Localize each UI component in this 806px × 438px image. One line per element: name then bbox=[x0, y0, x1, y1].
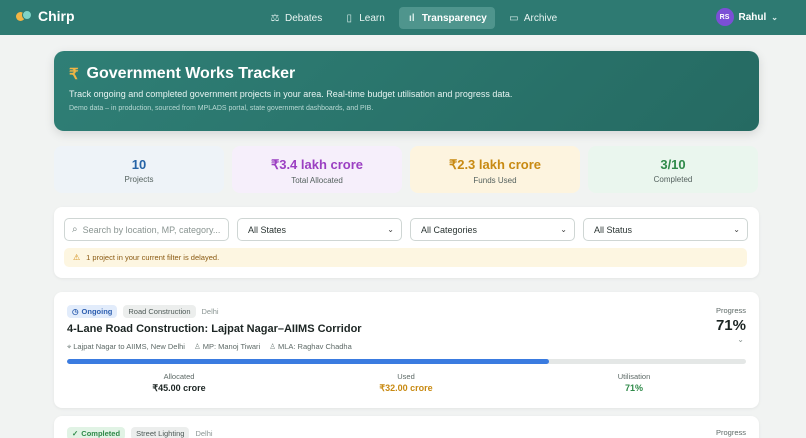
chevron-down-icon: ⌄ bbox=[733, 225, 740, 234]
stat-completed: 3/10 Completed bbox=[588, 146, 758, 193]
allocated-value: ₹45.00 crore bbox=[152, 383, 206, 393]
avatar: RS bbox=[715, 8, 734, 26]
delay-alert-text: 1 project in your current filter is dela… bbox=[86, 253, 220, 262]
nav-archive[interactable]: ▭ Archive bbox=[501, 7, 565, 29]
user-name: Rahul bbox=[738, 11, 767, 23]
hero-banner: ₹ Government Works Tracker Track ongoing… bbox=[54, 51, 759, 131]
nav-debates[interactable]: ⚖ Debates bbox=[262, 7, 330, 29]
status-badge: ◷ Ongoing bbox=[67, 305, 118, 318]
user-menu[interactable]: RS Rahul ⌄ bbox=[715, 8, 778, 26]
stat-label: Total Allocated bbox=[291, 176, 343, 185]
search-icon: ⌕ bbox=[72, 224, 78, 235]
project-mp: ♙ MP: Manoj Tiwari bbox=[194, 342, 260, 352]
category-badge: Road Construction bbox=[123, 305, 196, 318]
allocated-block: Allocated ₹45.00 crore bbox=[79, 372, 279, 394]
project-tags: ✓ Completed Street Lighting Delhi bbox=[67, 427, 213, 438]
progress-value: 71% bbox=[715, 317, 746, 334]
filter-panel: ⌕ All States ⌄ All Categories ⌄ All Stat… bbox=[54, 207, 759, 278]
utilisation-value: 71% bbox=[624, 383, 643, 393]
bar-chart-icon: ıl bbox=[409, 12, 415, 24]
used-value: ₹32.00 crore bbox=[379, 383, 433, 393]
map-pin-icon: ⌖ bbox=[67, 342, 72, 351]
stat-value: 10 bbox=[131, 157, 147, 172]
chevron-down-icon: ⌄ bbox=[560, 225, 567, 234]
allocated-label: Allocated bbox=[163, 372, 195, 381]
stat-label: Completed bbox=[653, 175, 693, 184]
nav-archive-label: Archive bbox=[523, 12, 558, 24]
project-mla: ♙ MLA: Raghav Chadha bbox=[269, 342, 352, 352]
archive-icon: ▭ bbox=[509, 12, 519, 24]
project-mla-text: MLA: Raghav Chadha bbox=[277, 342, 352, 351]
rupee-icon: ₹ bbox=[69, 66, 79, 83]
stat-label: Projects bbox=[124, 175, 154, 184]
status-select-value: All Status bbox=[594, 224, 633, 235]
debates-icon: ⚖ bbox=[270, 12, 280, 24]
book-icon: ▯ bbox=[346, 12, 352, 24]
stat-value: ₹3.4 lakh crore bbox=[270, 157, 364, 172]
person-icon: ♙ bbox=[193, 342, 201, 351]
region-label: Delhi bbox=[201, 307, 219, 316]
search-box[interactable]: ⌕ bbox=[64, 218, 229, 241]
utilisation-block: Utilisation 71% bbox=[534, 372, 734, 393]
category-select-value: All Categories bbox=[421, 224, 478, 235]
state-select[interactable]: All States ⌄ bbox=[237, 218, 402, 241]
used-block: Used ₹32.00 crore bbox=[306, 372, 506, 394]
used-label: Used bbox=[397, 372, 415, 381]
region-label: Delhi bbox=[195, 429, 213, 438]
stat-funds-used: ₹2.3 lakh crore Funds Used bbox=[410, 146, 580, 193]
stat-value: ₹2.3 lakh crore bbox=[448, 157, 542, 172]
status-badge-label: Ongoing bbox=[81, 307, 113, 316]
clock-icon: ◷ bbox=[72, 307, 79, 316]
brand[interactable]: Chirp bbox=[16, 8, 75, 24]
stat-projects: 10 Projects bbox=[54, 146, 224, 193]
category-select[interactable]: All Categories ⌄ bbox=[410, 218, 575, 241]
nav-transparency[interactable]: ıl Transparency bbox=[398, 7, 495, 29]
project-location: ⌖ Lajpat Nagar to AIIMS, New Delhi bbox=[67, 342, 185, 352]
page-title: ₹ Government Works Tracker bbox=[69, 65, 744, 83]
page-title-text: Government Works Tracker bbox=[86, 65, 296, 82]
stat-total-allocated: ₹3.4 lakh crore Total Allocated bbox=[232, 146, 402, 193]
brand-name: Chirp bbox=[38, 8, 75, 24]
progress-bar-fill bbox=[67, 359, 550, 364]
nav-learn[interactable]: ▯ Learn bbox=[336, 7, 393, 29]
progress-label: Progress bbox=[715, 306, 746, 315]
warning-icon: ⚠ bbox=[73, 253, 81, 262]
nav-links: ⚖ Debates ▯ Learn ıl Transparency ▭ Arch… bbox=[262, 7, 565, 29]
search-input[interactable] bbox=[82, 224, 223, 235]
stat-label: Funds Used bbox=[473, 176, 517, 185]
category-badge: Street Lighting bbox=[131, 427, 190, 438]
delay-alert: ⚠ 1 project in your current filter is de… bbox=[64, 248, 747, 267]
progress-bar bbox=[67, 359, 746, 364]
status-badge: ✓ Completed bbox=[67, 427, 126, 438]
project-tags: ◷ Ongoing Road Construction Delhi bbox=[67, 305, 219, 318]
project-location-text: Lajpat Nagar to AIIMS, New Delhi bbox=[73, 342, 185, 351]
state-select-value: All States bbox=[248, 224, 287, 235]
status-select[interactable]: All Status ⌄ bbox=[583, 218, 748, 241]
project-mp-text: MP: Manoj Tiwari bbox=[202, 342, 261, 351]
project-meta: ⌖ Lajpat Nagar to AIIMS, New Delhi ♙ MP: M… bbox=[67, 342, 352, 352]
hero-note: Demo data – in production, sourced from … bbox=[69, 105, 374, 112]
person-icon: ♙ bbox=[269, 342, 276, 351]
project-card[interactable]: ✓ Completed Street Lighting Delhi Progre… bbox=[54, 416, 759, 438]
top-nav: Chirp ⚖ Debates ▯ Learn ıl Transparency … bbox=[0, 0, 806, 35]
nav-transparency-label: Transparency bbox=[421, 12, 487, 24]
nav-learn-label: Learn bbox=[359, 12, 385, 24]
hero-subtitle: Track ongoing and completed government p… bbox=[69, 89, 513, 99]
stat-value: 3/10 bbox=[660, 157, 686, 172]
utilisation-label: Utilisation bbox=[617, 372, 651, 381]
chevron-down-icon: ⌄ bbox=[771, 12, 778, 22]
status-badge-label: Completed bbox=[81, 429, 121, 438]
check-circle-icon: ✓ bbox=[72, 429, 79, 438]
progress-label: Progress bbox=[715, 428, 746, 437]
project-card[interactable]: ◷ Ongoing Road Construction Delhi 4-Lane… bbox=[54, 292, 759, 408]
chevron-down-icon: ⌄ bbox=[387, 225, 394, 234]
nav-debates-label: Debates bbox=[285, 12, 323, 24]
chirp-logo-icon bbox=[16, 10, 32, 22]
project-title: 4-Lane Road Construction: Lajpat Nagar–A… bbox=[67, 323, 362, 335]
expand-chevron-icon[interactable]: ⌄ bbox=[737, 335, 744, 344]
